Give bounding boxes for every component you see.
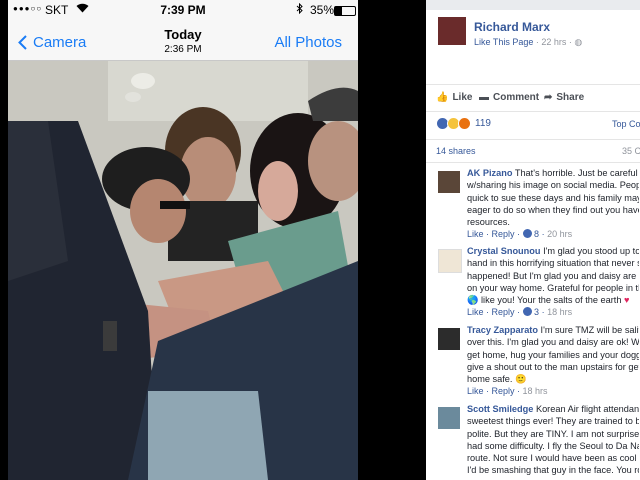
shares-link[interactable]: 14 shares — [436, 146, 476, 156]
page-avatar[interactable] — [438, 17, 466, 45]
thumbs-up-icon: 👍 — [436, 92, 449, 103]
comment-text-line: resources. — [467, 217, 510, 228]
all-photos-button[interactable]: All Photos — [274, 34, 342, 51]
shares-row: 14 shares 35 C — [426, 139, 640, 163]
photo-nav-bar: Camera Today 2:36 PM All Photos — [8, 20, 358, 61]
comment-text-line: sweetest things ever! They are trained t… — [467, 416, 639, 427]
comment-like-link[interactable]: Like — [467, 307, 484, 317]
comment-count: 35 C — [622, 146, 640, 156]
reactions-summary[interactable]: 119 — [436, 117, 491, 130]
share-arrow-icon: ➦ — [544, 92, 553, 103]
comment-label: Comment — [493, 92, 540, 103]
post-meta: Like This Page · 22 hrs · ◍ — [474, 37, 583, 47]
comment-text-line: home safe. — [467, 374, 513, 385]
comment-text-line: hand in this horrifying situation that n… — [467, 258, 639, 269]
share-label: Share — [556, 92, 585, 103]
comment-author[interactable]: Scott Smiledge — [467, 404, 533, 414]
comment-author[interactable]: AK Pizano — [467, 168, 512, 178]
feed-gap — [426, 0, 640, 10]
comment-text-line: I'd be smashing that guy in the face. Yo… — [467, 465, 639, 476]
comment-body: Tracy Zapparato I'm sure TMZ will be sal… — [467, 324, 639, 385]
post-actions: 👍 Like ▬ Comment ➦ Share — [426, 84, 640, 112]
comment-text-line: over this. I'm glad you and daisy are ok… — [467, 337, 639, 348]
comment-item: Scott Smiledge Korean Air flight attenda… — [426, 403, 640, 480]
comment-reply-link[interactable]: Reply — [492, 229, 515, 239]
comment-text-line: on your way home. Grateful for people in… — [467, 282, 639, 293]
comment-text-line: I'm glad you stood up to l — [543, 246, 639, 256]
status-time: 7:39 PM — [160, 3, 206, 17]
comment-item: Tracy Zapparato I'm sure TMZ will be sal… — [426, 324, 640, 400]
earth-emoji-icon: 🌎 — [467, 295, 479, 306]
comment-text-line: polite. But they are TINY. I am not surp… — [467, 428, 639, 439]
comment-button[interactable]: ▬ Comment — [479, 92, 539, 103]
post-time[interactable]: 22 hrs — [541, 37, 566, 47]
facebook-post: Richard Marx Like This Page · 22 hrs · ◍… — [426, 0, 640, 480]
phone-screenshot: ●●●○○ SKT 7:39 PM 35% Camera Today 2:36 … — [8, 0, 358, 480]
commenter-avatar[interactable] — [438, 407, 460, 429]
reaction-count: 119 — [475, 118, 491, 129]
battery-percent: 35% — [310, 3, 335, 17]
comment-like-count: 8 — [534, 229, 540, 239]
comment-time[interactable]: 20 hrs — [547, 229, 572, 239]
comment-text-line: get home, hug your families and your dog… — [467, 349, 639, 360]
comment-body: Scott Smiledge Korean Air flight attenda… — [467, 403, 639, 477]
top-comments-filter[interactable]: Top Co — [612, 119, 640, 129]
comment-text-line: w/sharing his image on social media. Peo… — [467, 180, 639, 191]
comment-text-line: I'm sure TMZ will be saliva — [540, 325, 639, 335]
comment-text-line: like you! Your the salts of the earth — [481, 295, 622, 306]
comment-like-count: 3 — [534, 307, 540, 317]
comment-text-line: had some difficulty. I fly the Seoul to … — [467, 440, 639, 451]
comment-text-line: route. Not sure I would have been as coo… — [467, 453, 639, 464]
comment-footer: Like · Reply · 8 · 20 hrs — [467, 229, 573, 239]
comment-item: AK Pizano That's horrible. Just be caref… — [426, 167, 640, 243]
comment-icon: ▬ — [479, 92, 489, 103]
comment-body: AK Pizano That's horrible. Just be caref… — [467, 167, 639, 228]
comment-item: Crystal Snounou I'm glad you stood up to… — [426, 245, 640, 321]
comment-footer: Like · Reply · 3 · 18 hrs — [467, 307, 573, 317]
airplane-cabin-photo[interactable] — [8, 61, 358, 480]
commenter-avatar[interactable] — [438, 249, 462, 273]
bluetooth-icon — [296, 2, 303, 17]
comment-text-line: eager to do so when they find out you ha… — [467, 204, 639, 215]
left-black-bar — [0, 0, 8, 480]
comment-text-line: give a shout out to the man upstairs for… — [467, 361, 639, 372]
like-button[interactable]: 👍 Like — [436, 92, 472, 103]
comment-time[interactable]: 18 hrs — [523, 386, 548, 396]
status-bar: ●●●○○ SKT 7:39 PM 35% — [8, 0, 358, 20]
heart-emoji-icon: ♥ — [624, 295, 630, 306]
commenter-avatar[interactable] — [438, 171, 460, 193]
comment-text-line: Korean Air flight attendants — [535, 404, 639, 414]
comment-like-link[interactable]: Like — [467, 386, 484, 396]
globe-icon: ◍ — [574, 37, 583, 47]
comment-text-line: That's horrible. Just be careful — [514, 168, 638, 178]
comment-reply-link[interactable]: Reply — [492, 307, 515, 317]
comment-body: Crystal Snounou I'm glad you stood up to… — [467, 245, 639, 306]
comment-text-line: happened! But I'm glad you and daisy are… — [467, 270, 639, 281]
comment-reply-link[interactable]: Reply — [492, 386, 515, 396]
comment-footer: Like · Reply · 18 hrs — [467, 386, 548, 396]
like-count-icon — [522, 229, 532, 238]
commenter-avatar[interactable] — [438, 328, 460, 350]
comment-author[interactable]: Crystal Snounou — [467, 246, 541, 256]
share-button[interactable]: ➦ Share — [544, 92, 584, 103]
like-page-link[interactable]: Like This Page — [474, 37, 533, 47]
smile-emoji-icon: 🙂 — [515, 374, 527, 385]
angry-reaction-icon — [458, 117, 471, 130]
comment-like-link[interactable]: Like — [467, 229, 484, 239]
like-label: Like — [452, 92, 473, 103]
like-count-icon — [522, 307, 532, 316]
comment-time[interactable]: 18 hrs — [547, 307, 572, 317]
comment-author[interactable]: Tracy Zapparato — [467, 325, 538, 335]
post-author[interactable]: Richard Marx — [474, 20, 550, 34]
battery-icon — [334, 6, 356, 16]
comment-text-line: quick to sue these days and his family m… — [467, 192, 639, 203]
